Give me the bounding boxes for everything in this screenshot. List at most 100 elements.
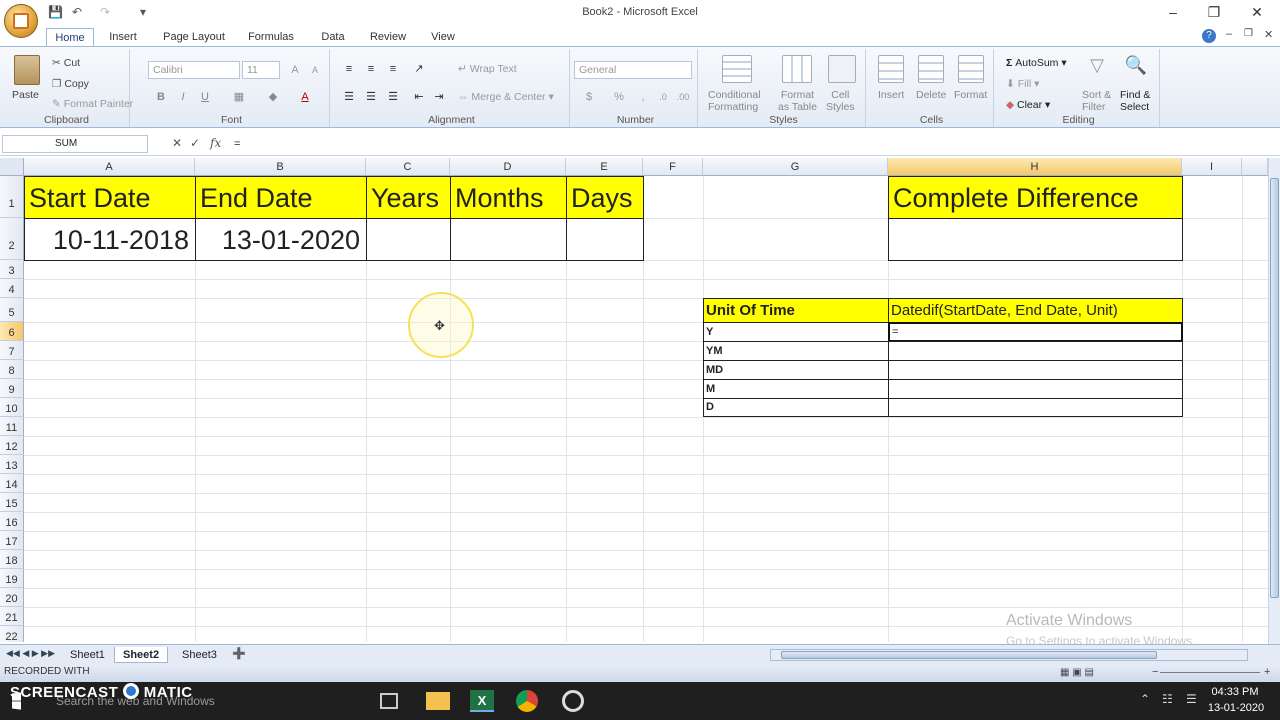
close-button[interactable]: ✕ [1242,3,1272,21]
sort-filter-button[interactable]: Sort & Filter [1082,89,1111,113]
insert-cells-icon[interactable] [878,55,904,83]
bold-button[interactable]: B [152,89,170,105]
row-header-15[interactable]: 15 [0,493,24,512]
row-header-13[interactable]: 13 [0,455,24,474]
sheet-tab-2[interactable]: Sheet2 [114,647,169,663]
cell-b1-end-date[interactable]: End Date [195,176,367,219]
fill-button[interactable]: ⬇ Fill ▾ [1006,78,1039,90]
cut-button[interactable]: ✂ Cut [52,57,80,69]
minimize-button[interactable]: – [1158,3,1188,21]
wrap-text-button[interactable]: ↵ Wrap Text [458,63,517,75]
cell-h9[interactable] [888,379,1183,399]
select-all-corner[interactable] [0,158,24,176]
find-select-button[interactable]: Find & Select [1120,89,1150,113]
name-box[interactable]: SUM [2,135,148,153]
row-header-1[interactable]: 1 [0,176,24,218]
file-explorer-icon[interactable] [426,692,450,710]
screencast-taskbar-icon[interactable] [562,690,584,712]
row-header-14[interactable]: 14 [0,474,24,493]
zoom-out-icon[interactable]: − [1152,666,1158,678]
row-header-12[interactable]: 12 [0,436,24,455]
row-header-2[interactable]: 2 [0,218,24,260]
row-header-4[interactable]: 4 [0,279,24,298]
tray-arrow-icon[interactable]: ⌃ [1140,692,1150,706]
cell-d1-months[interactable]: Months [450,176,567,219]
delete-cells-button[interactable]: Delete [916,89,946,101]
cell-g5-unit-of-time[interactable]: Unit Of Time [703,298,889,323]
column-header-e[interactable]: E [566,158,643,176]
currency-icon[interactable]: $ [580,89,598,105]
zoom-in-icon[interactable]: + [1264,666,1270,678]
row-header-6[interactable]: 6 [0,322,24,341]
align-middle-icon[interactable]: ≡ [362,61,380,77]
ribbon-minimize-icon[interactable]: – [1226,28,1232,40]
row-header-11[interactable]: 11 [0,417,24,436]
row-header-7[interactable]: 7 [0,341,24,360]
font-size-combo[interactable]: 11 [242,61,280,79]
row-header-10[interactable]: 10 [0,398,24,417]
cell-styles-button[interactable]: Cell Styles [826,89,855,113]
column-header-f[interactable]: F [643,158,703,176]
horizontal-scroll-thumb[interactable] [781,651,1157,659]
tab-insert[interactable]: Insert [104,28,142,46]
cancel-formula-icon[interactable]: ✕ [172,136,182,150]
column-header-a[interactable]: A [24,158,195,176]
autosum-button[interactable]: Σ AutoSum ▾ [1006,57,1067,69]
decrease-decimal-icon[interactable]: .00 [674,89,692,105]
borders-icon[interactable]: ▦ [230,89,248,105]
number-format-combo[interactable]: General [574,61,692,79]
vertical-scroll-thumb[interactable] [1270,178,1279,598]
grow-font-icon[interactable]: A [286,62,304,78]
tab-formulas[interactable]: Formulas [244,28,298,46]
tab-home[interactable]: Home [46,28,94,46]
enter-formula-icon[interactable]: ✓ [190,136,200,150]
cell-b2-end-date-value[interactable]: 13-01-2020 [195,218,367,261]
network-icon[interactable]: ☷ [1162,692,1173,706]
conditional-formatting-icon[interactable] [722,55,752,83]
cell-a1-start-date[interactable]: Start Date [24,176,196,219]
sheet-nav-first-icon[interactable]: ◀◀ ◀ ▶ ▶▶ [6,648,55,659]
align-right-icon[interactable]: ☰ [384,89,402,105]
vertical-scrollbar[interactable] [1268,158,1280,644]
sheet-tab-1[interactable]: Sheet1 [62,647,113,663]
paste-button[interactable]: Paste [12,89,39,101]
cell-g6-unit[interactable]: Y [703,322,889,342]
notification-icon[interactable]: ☰ [1186,692,1197,706]
increase-indent-icon[interactable]: ⇥ [430,89,448,105]
align-bottom-icon[interactable]: ≡ [384,61,402,77]
conditional-formatting-button[interactable]: Conditional Formatting [708,89,761,113]
row-header-5[interactable]: 5 [0,298,24,322]
cell-h2[interactable] [888,218,1183,261]
font-color-icon[interactable]: A [296,89,314,105]
column-header-g[interactable]: G [703,158,888,176]
comma-icon[interactable]: , [634,89,652,105]
format-as-table-icon[interactable] [782,55,812,83]
row-header-18[interactable]: 18 [0,550,24,569]
tab-review[interactable]: Review [366,28,410,46]
cell-h10[interactable] [888,398,1183,417]
italic-button[interactable]: I [174,89,192,105]
clear-button[interactable]: ◆ Clear ▾ [1006,99,1050,111]
font-name-combo[interactable]: Calibri [148,61,240,79]
restore-button[interactable]: ❐ [1199,3,1229,21]
format-painter-button[interactable]: ✎ Format Painter [52,98,133,110]
worksheet-grid[interactable]: A B C D E F G H I 1 2 3 4 5 6 7 8 9 10 1… [0,158,1268,642]
cell-h8[interactable] [888,360,1183,380]
view-buttons-icon[interactable]: ▦ ▣ ▤ [1060,667,1094,678]
percent-icon[interactable]: % [610,89,628,105]
insert-function-icon[interactable]: fx [210,136,221,150]
task-view-icon[interactable] [380,693,398,709]
row-header-8[interactable]: 8 [0,360,24,379]
align-left-icon[interactable]: ☰ [340,89,358,105]
cell-g7-unit[interactable]: YM [703,341,889,361]
tab-page-layout[interactable]: Page Layout [160,28,228,46]
cell-h1-complete-difference[interactable]: Complete Difference [888,176,1183,219]
underline-button[interactable]: U [196,89,214,105]
row-header-9[interactable]: 9 [0,379,24,398]
row-header-17[interactable]: 17 [0,531,24,550]
row-header-20[interactable]: 20 [0,588,24,607]
tab-data[interactable]: Data [316,28,350,46]
row-header-16[interactable]: 16 [0,512,24,531]
column-header-d[interactable]: D [450,158,566,176]
cell-g9-unit[interactable]: M [703,379,889,399]
